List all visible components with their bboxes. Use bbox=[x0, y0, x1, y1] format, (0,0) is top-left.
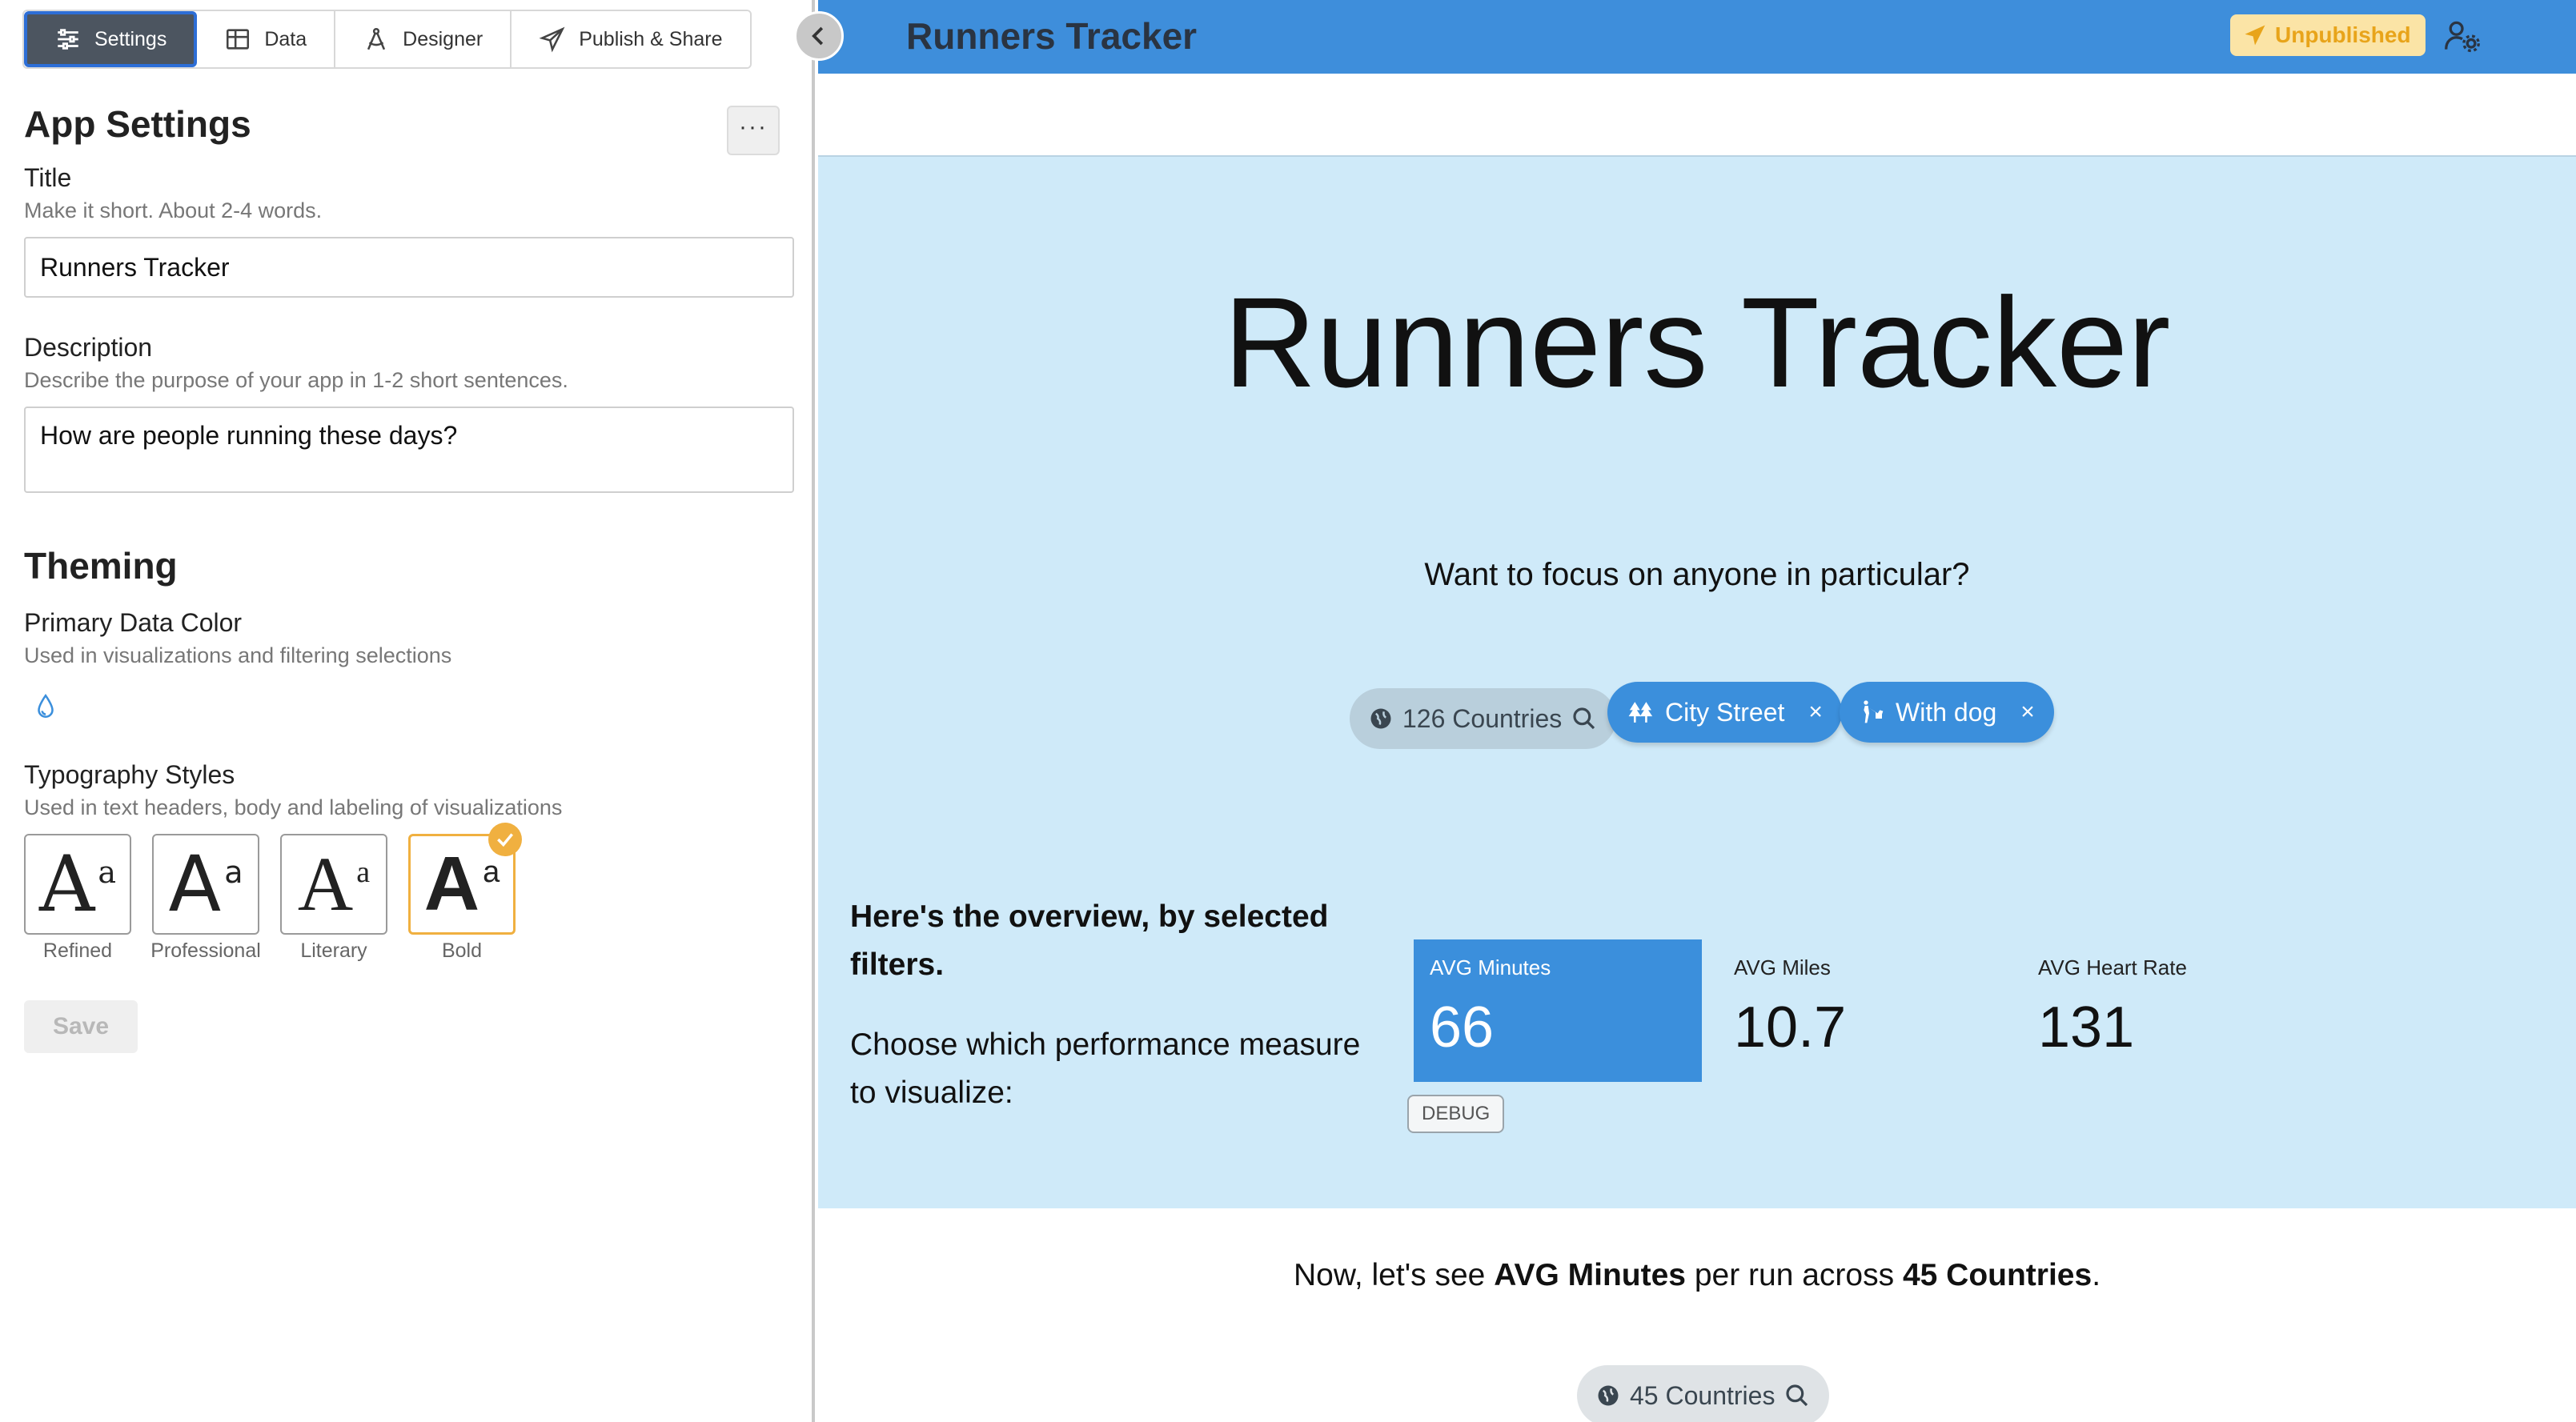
countries-filter-label: 45 Countries bbox=[1630, 1380, 1776, 1410]
countries-filter-chip-2[interactable]: 45 Countries bbox=[1577, 1365, 1830, 1422]
tab-settings[interactable]: Settings bbox=[24, 11, 198, 67]
metric-label: AVG Miles bbox=[1734, 955, 1831, 979]
typography-sample-big: A bbox=[39, 839, 95, 929]
compass-icon bbox=[367, 27, 386, 50]
remove-chip-icon[interactable]: × bbox=[2020, 699, 2035, 726]
focus-prompt: Want to focus on anyone in particular? bbox=[1424, 557, 1970, 592]
metric-avg-heart-rate[interactable]: AVG Heart Rate 131 bbox=[2022, 939, 2310, 1082]
typography-option-label: Literary bbox=[300, 939, 367, 962]
tab-data[interactable]: Data bbox=[197, 11, 336, 67]
typography-option-label: Professional bbox=[150, 939, 261, 962]
typography-option-label: Refined bbox=[42, 939, 113, 962]
metric-value: 66 bbox=[1430, 995, 1495, 1059]
app-preview: Runners Tracker Unpublished Runners Trac… bbox=[818, 0, 2576, 1422]
status-badge[interactable]: Unpublished bbox=[2230, 14, 2426, 56]
debug-button[interactable]: DEBUG bbox=[1407, 1095, 1505, 1133]
typography-option-label: Bold bbox=[441, 939, 483, 962]
title-label: Title bbox=[24, 163, 72, 192]
city-street-chip[interactable]: City Street × bbox=[1607, 682, 1842, 743]
more-options-button[interactable]: ··· bbox=[727, 106, 780, 155]
metric-value: 131 bbox=[2038, 995, 2135, 1059]
metric-label: AVG Minutes bbox=[1430, 955, 1551, 979]
metric-avg-miles[interactable]: AVG Miles 10.7 bbox=[1718, 939, 2006, 1082]
now-measure: AVG Minutes bbox=[1494, 1258, 1686, 1292]
with-dog-label: With dog bbox=[1896, 697, 1997, 727]
paper-plane-icon bbox=[2245, 25, 2265, 46]
typography-hint: Used in text headers, body and labeling … bbox=[24, 795, 563, 819]
sliders-icon bbox=[58, 29, 78, 50]
tab-publish-share-label: Publish & Share bbox=[579, 27, 723, 50]
paper-plane-icon bbox=[539, 26, 565, 53]
theming-heading: Theming bbox=[24, 545, 178, 587]
choose-measure-text: Choose which performance measure to visu… bbox=[850, 1027, 1361, 1110]
now-prefix: Now, let's see bbox=[1293, 1258, 1495, 1292]
tab-designer-label: Designer bbox=[403, 27, 484, 50]
search-icon bbox=[1786, 1384, 1808, 1407]
tab-data-label: Data bbox=[264, 27, 307, 50]
description-label: Description bbox=[24, 333, 153, 362]
app-settings-heading: App Settings bbox=[24, 103, 251, 145]
metric-value: 10.7 bbox=[1734, 995, 1847, 1059]
settings-panel: Settings Data Designer Publish & Share A… bbox=[0, 0, 815, 1422]
typography-sample-big: A bbox=[297, 841, 354, 927]
now-suffix: . bbox=[2092, 1258, 2101, 1292]
metric-label: AVG Heart Rate bbox=[2038, 955, 2187, 979]
with-dog-chip[interactable]: With dog × bbox=[1840, 682, 2054, 743]
app-header-title: Runners Tracker bbox=[906, 15, 1198, 57]
primary-color-label: Primary Data Color bbox=[24, 608, 243, 637]
typography-sample-small: a bbox=[483, 855, 500, 889]
selected-check-icon bbox=[488, 823, 522, 856]
editor-tabs: Settings Data Designer Publish & Share bbox=[22, 10, 752, 69]
typography-option-literary[interactable]: A a bbox=[280, 834, 387, 935]
now-middle: per run across bbox=[1686, 1258, 1903, 1292]
now-countries: 45 Countries bbox=[1902, 1258, 2092, 1292]
countries-filter-label: 126 Countries bbox=[1402, 703, 1563, 733]
chevron-left-icon bbox=[812, 26, 824, 46]
overview-text: Here's the overview, by selected filters… bbox=[850, 899, 1329, 982]
dog-walk-icon bbox=[1864, 700, 1884, 723]
typography-sample-big: A bbox=[168, 839, 222, 929]
primary-color-hint: Used in visualizations and filtering sel… bbox=[24, 643, 452, 667]
title-hint: Make it short. About 2-4 words. bbox=[24, 198, 323, 222]
title-input[interactable]: Runners Tracker bbox=[24, 237, 794, 298]
typography-option-professional[interactable]: A a bbox=[152, 834, 259, 935]
metric-avg-minutes[interactable]: AVG Minutes 66 bbox=[1414, 939, 1702, 1082]
status-badge-label: Unpublished bbox=[2275, 22, 2411, 47]
typography-label: Typography Styles bbox=[24, 760, 235, 789]
globe-icon bbox=[1598, 1385, 1619, 1406]
typography-option-refined[interactable]: A a bbox=[24, 834, 131, 935]
typography-sample-small: a bbox=[356, 855, 371, 889]
user-settings-icon[interactable] bbox=[2443, 18, 2482, 54]
description-textarea[interactable]: How are people running these days? bbox=[24, 407, 794, 493]
color-drop-icon[interactable] bbox=[35, 693, 56, 720]
typography-sample-small: a bbox=[224, 855, 243, 890]
tab-publish-share[interactable]: Publish & Share bbox=[512, 11, 750, 67]
now-summary: Now, let's see AVG Minutes per run acros… bbox=[818, 1258, 2576, 1293]
city-street-label: City Street bbox=[1665, 697, 1785, 727]
app-header: Runners Tracker Unpublished bbox=[818, 0, 2576, 74]
collapse-panel-button[interactable] bbox=[794, 11, 844, 61]
table-icon bbox=[227, 29, 250, 50]
hero-section: Runners Tracker Want to focus on anyone … bbox=[818, 155, 2576, 1208]
tab-settings-label: Settings bbox=[94, 27, 167, 50]
remove-chip-icon[interactable]: × bbox=[1808, 699, 1823, 726]
trees-icon bbox=[1628, 702, 1653, 723]
typography-sample-big: A bbox=[423, 841, 480, 927]
description-hint: Describe the purpose of your app in 1-2 … bbox=[24, 368, 568, 392]
typography-sample-small: a bbox=[98, 855, 116, 890]
hero-title: Runners Tracker bbox=[1223, 270, 2171, 414]
tab-designer[interactable]: Designer bbox=[335, 11, 512, 67]
globe-icon bbox=[1370, 708, 1391, 729]
search-icon bbox=[1573, 707, 1595, 730]
save-button[interactable]: Save bbox=[24, 1000, 138, 1053]
countries-filter-chip[interactable]: 126 Countries bbox=[1350, 688, 1617, 749]
